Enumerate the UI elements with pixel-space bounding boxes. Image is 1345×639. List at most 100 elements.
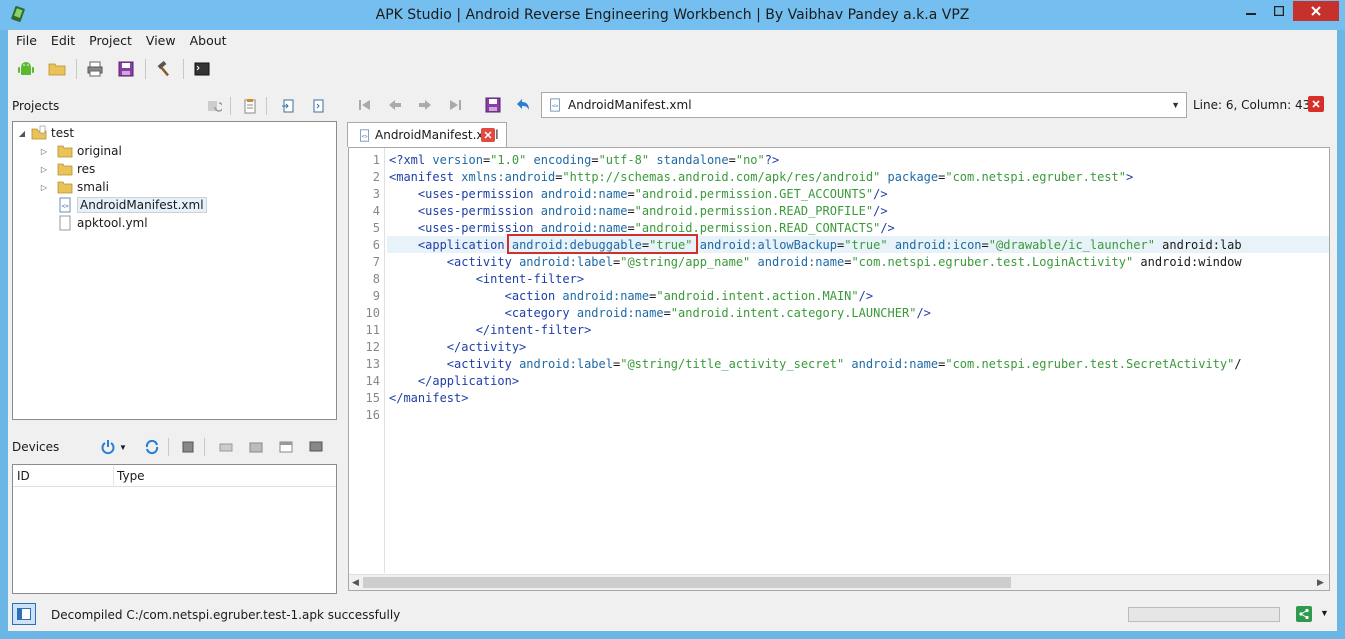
tab-androidmanifest[interactable]: <> AndroidManifest.xml (347, 122, 507, 147)
line-number: 16 (365, 408, 380, 422)
line-number: 8 (372, 272, 380, 286)
tree-item-folder[interactable]: ▷ res (39, 160, 95, 178)
line-number-gutter: 1 2 3 4 5 6 7 8 9 10 11 12 13 14 15 16 (349, 148, 385, 573)
xml-file-icon: <> (360, 128, 369, 142)
tree-item-label: original (77, 144, 122, 158)
revert-button[interactable] (512, 94, 534, 116)
code-line[interactable]: <uses-permission android:name="android.p… (389, 221, 895, 235)
tab-close-button[interactable] (481, 128, 495, 142)
tree-item-label: apktool.yml (77, 216, 148, 230)
close-icon (1311, 6, 1321, 16)
tree-item-project[interactable]: ◢ test (17, 124, 74, 142)
line-number: 11 (365, 323, 380, 337)
forward-button[interactable] (414, 94, 436, 116)
tree-item-file[interactable]: <> AndroidManifest.xml (57, 196, 207, 214)
code-line[interactable]: <uses-permission android:name="android.p… (389, 204, 888, 218)
device-window-button[interactable] (276, 437, 296, 457)
folder-icon (57, 145, 73, 158)
horizontal-scrollbar[interactable]: ◀ ▶ (349, 574, 1329, 590)
chevron-down-icon[interactable]: ▼ (1171, 100, 1180, 110)
maximize-icon (1273, 6, 1284, 16)
back-button[interactable] (384, 94, 406, 116)
collapsed-arrow-icon[interactable]: ▷ (39, 146, 49, 156)
devices-panel-title: Devices (12, 440, 60, 454)
device-screen-button[interactable] (306, 437, 326, 457)
toggle-sidebar-button[interactable] (12, 603, 36, 625)
code-line[interactable]: </manifest> (389, 391, 468, 405)
power-dropdown-icon[interactable]: ▼ (119, 443, 127, 452)
menu-view[interactable]: View (139, 30, 183, 52)
share-button[interactable] (1296, 606, 1312, 622)
first-button[interactable] (354, 94, 376, 116)
column-separator[interactable] (113, 465, 114, 487)
progress-bar (1128, 607, 1280, 622)
last-button[interactable] (444, 94, 466, 116)
column-header-type[interactable]: Type (117, 469, 145, 483)
code-area[interactable]: <?xml version="1.0" encoding="utf-8" sta… (387, 148, 1329, 573)
code-line[interactable]: </activity> (389, 340, 526, 354)
code-line[interactable]: <?xml version="1.0" encoding="utf-8" sta… (389, 153, 779, 167)
build-button[interactable] (152, 57, 176, 81)
code-line[interactable]: <intent-filter> (389, 272, 584, 286)
collapse-all-button[interactable] (308, 96, 328, 116)
close-button[interactable] (1293, 1, 1339, 21)
share-dropdown-icon[interactable]: ▼ (1320, 608, 1329, 618)
tree-item-file[interactable]: apktool.yml (57, 214, 148, 232)
tree-item-folder[interactable]: ▷ smali (39, 178, 109, 196)
menu-about[interactable]: About (183, 30, 234, 52)
menu-project[interactable]: Project (82, 30, 139, 52)
scroll-right-icon[interactable]: ▶ (1317, 577, 1324, 588)
device-files-button[interactable] (216, 437, 236, 457)
code-line[interactable]: </intent-filter> (389, 323, 592, 337)
project-properties-button[interactable] (240, 96, 260, 116)
title-bar[interactable]: APK Studio | Android Reverse Engineering… (0, 0, 1345, 30)
code-line[interactable]: <action android:name="android.intent.act… (389, 289, 874, 303)
terminal-icon (194, 62, 210, 76)
panel-separator (204, 438, 205, 456)
print-button[interactable] (83, 57, 107, 81)
skip-first-icon (359, 100, 370, 110)
devices-table[interactable]: ID Type (12, 464, 337, 594)
close-document-button[interactable] (1308, 96, 1324, 112)
code-line[interactable]: <activity android:label="@string/app_nam… (389, 255, 1242, 269)
svg-text:<>: <> (62, 203, 70, 210)
refresh-project-button[interactable] (204, 96, 224, 116)
device-apps-button[interactable] (246, 437, 266, 457)
expand-all-button[interactable] (278, 96, 298, 116)
code-editor[interactable]: 1 2 3 4 5 6 7 8 9 10 11 12 13 14 15 16 <?xml version="1… (348, 147, 1330, 591)
tree-item-folder[interactable]: ▷ original (39, 142, 122, 160)
open-apk-button[interactable] (14, 57, 38, 81)
minimize-button[interactable] (1237, 1, 1264, 21)
maximize-button[interactable] (1265, 1, 1292, 21)
open-file-selector[interactable]: <> AndroidManifest.xml ▼ (541, 92, 1187, 118)
folder-icon (57, 163, 73, 176)
collapsed-arrow-icon[interactable]: ▷ (39, 164, 49, 174)
collapsed-arrow-icon[interactable]: ▷ (39, 182, 49, 192)
refresh-devices-button[interactable] (142, 437, 162, 457)
open-folder-button[interactable] (45, 57, 69, 81)
scrollbar-thumb[interactable] (363, 577, 1011, 588)
clipboard-icon (244, 99, 256, 114)
skip-last-icon (450, 100, 461, 110)
toolbar-separator (76, 59, 77, 79)
line-number: 9 (372, 289, 380, 303)
device-chip-button[interactable] (178, 437, 198, 457)
save-file-button[interactable] (482, 94, 504, 116)
project-tree[interactable]: ◢ test ▷ original ▷ res ▷ smali <> Andro… (12, 121, 337, 420)
power-button[interactable] (98, 437, 118, 457)
share-icon (1299, 608, 1309, 620)
terminal-button[interactable] (190, 57, 214, 81)
line-number: 1 (372, 153, 380, 167)
expand-arrow-icon[interactable]: ◢ (17, 128, 27, 138)
code-line[interactable]: <activity android:label="@string/title_a… (389, 357, 1242, 371)
code-line[interactable]: <category android:name="android.intent.c… (389, 306, 931, 320)
scroll-left-icon[interactable]: ◀ (352, 577, 359, 588)
menu-file[interactable]: File (8, 30, 44, 52)
code-line[interactable]: <uses-permission android:name="android.p… (389, 187, 888, 201)
folder-icon (57, 181, 73, 194)
menu-edit[interactable]: Edit (44, 30, 82, 52)
save-button[interactable] (114, 57, 138, 81)
code-line[interactable]: </application> (389, 374, 519, 388)
code-line[interactable]: <manifest xmlns:android="http://schemas.… (389, 170, 1133, 184)
column-header-id[interactable]: ID (17, 469, 30, 483)
